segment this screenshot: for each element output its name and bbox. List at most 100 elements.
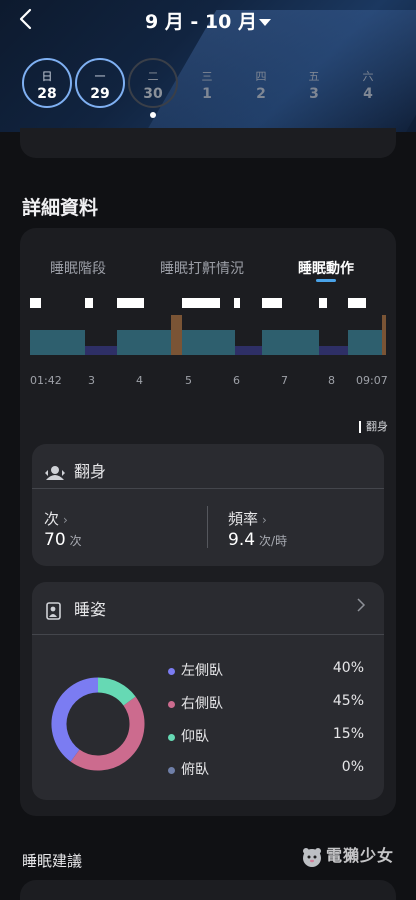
posture-card[interactable]: 睡姿 左側臥 40% 右側臥 45% 仰臥 15% 俯臥 0% [32,582,384,800]
time-label: 7 [281,374,288,387]
otter-logo-icon [303,847,321,867]
time-label: 4 [136,374,143,387]
day-date: 4 [363,86,373,102]
day-weekday: 四 [255,70,267,83]
tab-sleep-movement[interactable]: 睡眠動作 [298,258,354,278]
stage-awake [171,315,182,355]
stage-deep [319,346,348,355]
day-weekday: 二 [147,70,159,83]
rate-link[interactable]: 頻率 › [228,508,267,529]
day-date: 1 [202,86,212,102]
posture-label: 左側臥 [181,663,223,679]
posture-pct: 45% [332,693,364,709]
stage-awake [382,315,386,355]
posture-header: 睡姿 [44,596,106,620]
legend-marker [359,421,361,433]
week-strip: 日 28 一 29 二 30 三 1 四 2 五 3 六 4 [0,58,416,118]
time-label: 09:07 [356,374,388,387]
tab-sleep-stages[interactable]: 睡眠階段 [50,258,106,278]
posture-item-supine: 仰臥 15% [168,726,364,746]
posture-item-prone: 俯臥 0% [168,759,364,779]
count-number: 70 [44,530,66,550]
day-item-mon[interactable]: 一 29 [75,58,125,108]
chevron-right-icon: › [63,513,68,527]
turnover-card: 翻身 次 › 70 次 頻率 › 9.4 次/時 [32,444,384,566]
legend-dot [168,700,175,708]
posture-label: 右側臥 [181,696,223,712]
day-weekday: 五 [308,70,320,83]
legend-dot [168,766,175,774]
posture-pct: 15% [332,726,364,742]
date-range-selector[interactable]: 9 月 - 10 月 [0,7,416,34]
legend-dot [168,733,175,741]
posture-label: 仰臥 [181,729,209,745]
rate-unit: 次/時 [259,534,288,548]
day-date: 29 [90,86,110,102]
stat-divider [207,506,208,548]
donut-segment [70,696,145,771]
watermark: 電獺少女 [300,842,394,869]
posture-donut-chart [50,676,146,772]
day-weekday: 三 [201,70,213,83]
caret-down-icon [259,19,271,26]
tab-snoring[interactable]: 睡眠打鼾情況 [160,258,244,278]
details-tabs: 睡眠階段 睡眠打鼾情況 睡眠動作 [20,258,396,282]
today-indicator-dot [150,112,156,118]
count-label: 次 [44,510,60,528]
posture-label: 俯臥 [181,762,209,778]
day-weekday: 日 [41,70,53,83]
time-label: 6 [233,374,240,387]
donut-svg [51,677,145,771]
stage-deep [235,346,262,355]
day-item-tue[interactable]: 二 30 [128,58,178,108]
donut-segment [51,677,99,762]
date-header: 9 月 - 10 月 日 28 一 29 二 30 三 1 四 2 五 3 六 … [0,0,416,132]
chart-legend: 翻身 [359,418,388,434]
count-link[interactable]: 次 › [44,508,68,529]
donut-segment [97,677,136,706]
stage-light [117,330,171,355]
posture-pct: 0% [341,759,364,775]
divider [32,488,384,489]
time-label: 8 [328,374,335,387]
time-label: 3 [88,374,95,387]
day-item-wed: 三 1 [182,58,232,108]
day-date: 28 [37,86,57,102]
posture-item-left: 左側臥 40% [168,660,364,680]
watermark-text: 電獺少女 [326,846,395,865]
previous-card-bottom [20,128,396,158]
movement-marker [348,298,366,308]
movement-marker [319,298,327,308]
count-unit: 次 [69,534,82,548]
turnover-header: 翻身 [44,458,106,482]
day-date: 30 [143,86,163,102]
movement-marker [234,298,240,308]
time-axis: 01:42 3 4 5 6 7 8 09:07 [30,374,390,390]
stage-light [348,330,382,355]
day-date: 2 [256,86,266,102]
posture-icon [46,601,61,620]
movement-marker [182,298,220,308]
stage-light [182,330,235,355]
legend-label: 翻身 [366,420,388,433]
day-item-thu: 四 2 [236,58,286,108]
stage-light [30,330,85,355]
movement-marker [85,298,93,308]
posture-pct: 40% [332,660,364,676]
movement-marker [117,298,144,308]
day-item-sun[interactable]: 日 28 [22,58,72,108]
turnover-icon [45,465,65,480]
day-date: 3 [309,86,319,102]
movement-marker [262,298,282,308]
legend-dot [168,667,175,675]
section-title-details: 詳細資料 [22,197,99,219]
turnover-title: 翻身 [74,462,107,481]
date-range-label: 9 月 - 10 月 [144,11,257,33]
day-item-fri: 五 3 [289,58,339,108]
chevron-right-icon[interactable] [356,598,366,612]
time-label: 01:42 [30,374,62,387]
day-weekday: 一 [94,70,106,83]
active-tab-indicator [316,279,336,282]
posture-title: 睡姿 [74,600,107,619]
day-weekday: 六 [362,70,374,83]
